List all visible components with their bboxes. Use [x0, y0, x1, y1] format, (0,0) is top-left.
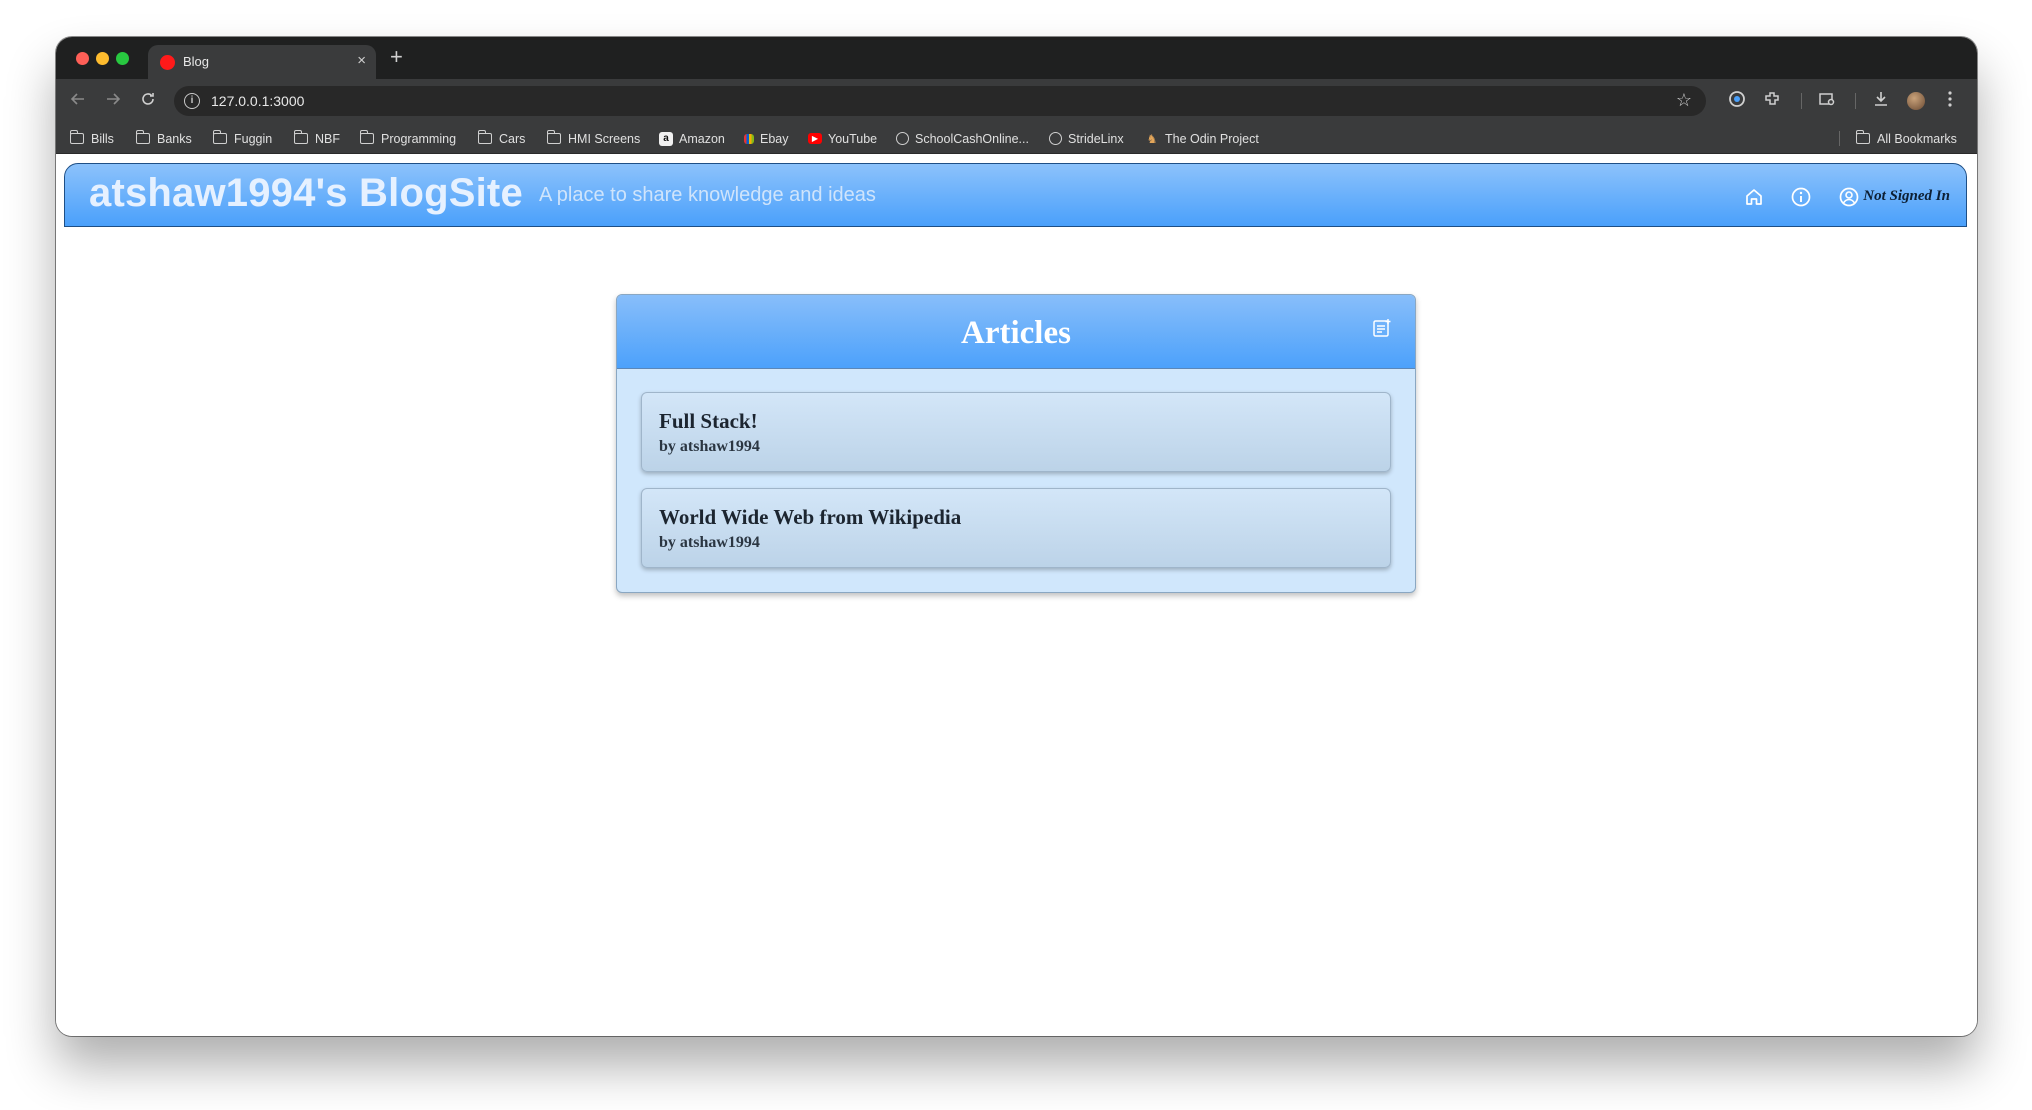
browser-tab[interactable]: Blog ×	[148, 45, 376, 79]
password-manager-icon[interactable]	[1726, 90, 1748, 112]
articles-header: Articles	[617, 295, 1415, 369]
odin-favicon-icon: ♞	[1146, 131, 1158, 146]
folder-icon	[135, 130, 150, 144]
globe-icon	[896, 132, 909, 145]
info-icon[interactable]	[1790, 186, 1812, 208]
user-account-icon[interactable]	[1838, 186, 1860, 208]
folder-icon	[293, 130, 308, 144]
ebay-favicon-icon	[744, 133, 754, 144]
back-button[interactable]	[67, 90, 89, 112]
forward-button[interactable]	[102, 90, 124, 112]
browser-window: Blog × + i 127.0.0.1:3000 ☆ Bills Banks …	[56, 37, 1977, 1036]
bookmark-star-icon[interactable]: ☆	[1676, 90, 1692, 111]
article-author: by atshaw1994	[659, 534, 760, 551]
folder-icon	[1855, 130, 1870, 144]
tab-title: Blog	[183, 54, 210, 69]
home-icon[interactable]	[1743, 186, 1765, 208]
close-window-button[interactable]	[76, 52, 89, 65]
article-author: by atshaw1994	[659, 438, 760, 455]
bookmark-bills[interactable]: Bills	[69, 123, 114, 154]
folder-icon	[546, 130, 561, 144]
site-info-icon[interactable]: i	[184, 93, 200, 109]
bookmark-nbf[interactable]: NBF	[293, 123, 340, 154]
arrow-right-icon	[107, 93, 121, 105]
bookmark-youtube[interactable]: ▶ YouTube	[808, 123, 877, 154]
url-text[interactable]: 127.0.0.1:3000	[211, 93, 304, 109]
site-header: atshaw1994's BlogSite A place to share k…	[64, 163, 1967, 227]
site-tagline: A place to share knowledge and ideas	[539, 184, 876, 206]
site-title[interactable]: atshaw1994's BlogSite	[89, 171, 523, 216]
folder-icon	[212, 130, 227, 144]
extensions-icon[interactable]	[1761, 90, 1783, 112]
bookmark-banks[interactable]: Banks	[135, 123, 192, 154]
site-favicon-icon	[160, 55, 175, 70]
bookmark-stridelinx[interactable]: StrideLinx	[1049, 123, 1124, 154]
bookmarks-bar: Bills Banks Fuggin NBF Programming Cars …	[56, 123, 1977, 154]
address-bar[interactable]: i 127.0.0.1:3000 ☆	[174, 86, 1706, 116]
bookmark-programming[interactable]: Programming	[359, 123, 456, 154]
folder-icon	[69, 130, 84, 144]
article-card[interactable]: Full Stack! by atshaw1994	[641, 392, 1391, 472]
youtube-favicon-icon: ▶	[808, 133, 822, 144]
new-article-icon[interactable]	[1371, 317, 1393, 339]
browser-menu-icon[interactable]	[1939, 90, 1961, 112]
browser-toolbar: i 127.0.0.1:3000 ☆	[56, 79, 1977, 123]
minimize-window-button[interactable]	[96, 52, 109, 65]
tab-strip: Blog × +	[56, 37, 1977, 79]
page-content: atshaw1994's BlogSite A place to share k…	[56, 155, 1977, 1036]
bookmark-ebay[interactable]: Ebay	[744, 123, 789, 154]
downloads-icon[interactable]	[1870, 90, 1892, 112]
all-bookmarks-button[interactable]: All Bookmarks	[1855, 123, 1957, 154]
bookmark-hmi-screens[interactable]: HMI Screens	[546, 123, 640, 154]
amazon-favicon-icon: a	[659, 131, 673, 146]
article-card[interactable]: World Wide Web from Wikipedia by atshaw1…	[641, 488, 1391, 568]
article-title[interactable]: Full Stack!	[659, 409, 758, 434]
tab-close-icon[interactable]: ×	[357, 52, 366, 70]
folder-icon	[477, 130, 492, 144]
bookmark-schoolcashonline[interactable]: SchoolCashOnline...	[896, 123, 1029, 154]
arrow-left-icon	[70, 93, 84, 105]
reload-icon	[142, 93, 154, 105]
globe-icon	[1049, 132, 1062, 145]
article-title[interactable]: World Wide Web from Wikipedia	[659, 505, 961, 530]
bookmark-fuggin[interactable]: Fuggin	[212, 123, 272, 154]
bookmark-the-odin-project[interactable]: ♞ The Odin Project	[1145, 123, 1259, 154]
tab-search-icon[interactable]	[1816, 90, 1838, 112]
profile-avatar[interactable]	[1907, 92, 1925, 110]
reload-button[interactable]	[137, 90, 159, 112]
articles-heading: Articles	[961, 315, 1071, 351]
maximize-window-button[interactable]	[116, 52, 129, 65]
new-tab-button[interactable]: +	[390, 46, 403, 68]
articles-panel: Articles Full Stack! by atshaw1994 World…	[616, 294, 1416, 593]
folder-icon	[359, 130, 374, 144]
signin-status[interactable]: Not Signed In	[1863, 188, 1950, 205]
bookmark-cars[interactable]: Cars	[477, 123, 525, 154]
bookmark-amazon[interactable]: a Amazon	[659, 123, 725, 154]
